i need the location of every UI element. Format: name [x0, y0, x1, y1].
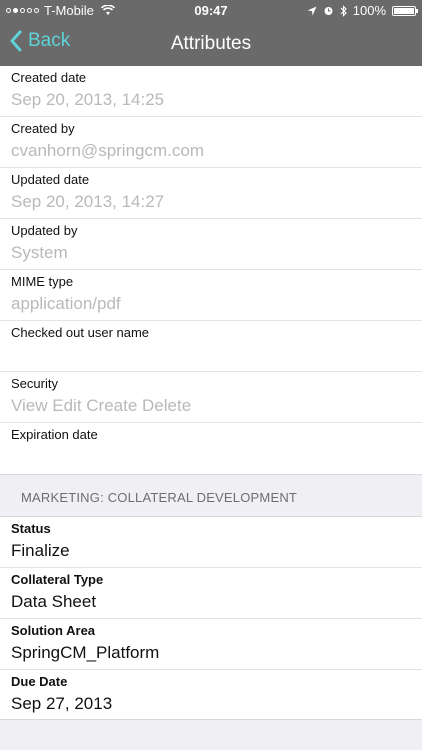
attribute-label: Checked out user name: [11, 325, 150, 340]
attribute-label: Created date: [11, 70, 87, 85]
battery-percent: 100%: [352, 3, 386, 18]
attribute-row-updated-date: Updated date Sep 20, 2013, 14:27: [0, 168, 422, 219]
attribute-row-created-date: Created date Sep 20, 2013, 14:25: [0, 66, 422, 117]
attribute-value: cvanhorn@springcm.com: [11, 141, 204, 160]
attribute-value: Sep 20, 2013, 14:25: [11, 90, 165, 109]
alarm-icon: [324, 7, 333, 15]
field-value: SpringCM_Platform: [11, 643, 160, 662]
attribute-row-mime-type: MIME type application/pdf: [0, 270, 422, 321]
bluetooth-icon: [340, 4, 347, 17]
navigation-bar: Back Attributes: [0, 22, 422, 66]
attribute-value: View Edit Create Delete: [11, 396, 192, 415]
list-footer: [0, 719, 422, 750]
attribute-label: Updated date: [11, 172, 90, 187]
attribute-value: System: [11, 243, 68, 262]
attribute-label: Expiration date: [11, 427, 98, 442]
attribute-row-expiration-date: Expiration date: [0, 423, 422, 474]
field-row-status: Status Finalize: [0, 517, 422, 568]
page-title: Attributes: [170, 33, 252, 54]
field-value: Data Sheet: [11, 592, 97, 611]
status-right-group: 100%: [307, 3, 418, 18]
field-label: Status: [11, 521, 51, 536]
attribute-value: Sep 20, 2013, 14:27: [11, 192, 165, 211]
field-label: Solution Area: [11, 623, 96, 638]
section-header: MARKETING: COLLATERAL DEVELOPMENT: [0, 490, 422, 517]
field-row-solution-area: Solution Area SpringCM_Platform: [0, 619, 422, 670]
status-bar: T-Mobile 09:47 100%: [0, 0, 422, 22]
field-value: Finalize: [11, 541, 70, 560]
attribute-value: application/pdf: [11, 294, 121, 313]
battery-icon: [392, 5, 418, 16]
attribute-label: Created by: [11, 121, 75, 136]
section-header-title: MARKETING: COLLATERAL DEVELOPMENT: [21, 490, 298, 505]
field-label: Due Date: [11, 674, 68, 689]
field-row-due-date: Due Date Sep 27, 2013: [0, 670, 422, 721]
field-label: Collateral Type: [11, 572, 104, 587]
attribute-row-security: Security View Edit Create Delete: [0, 372, 422, 423]
section-spacer: [0, 474, 422, 490]
attribute-row-checked-out-user: Checked out user name: [0, 321, 422, 372]
location-icon: [307, 6, 317, 15]
attributes-list: Created date Sep 20, 2013, 14:25 Created…: [0, 66, 422, 721]
attribute-row-created-by: Created by cvanhorn@springcm.com: [0, 117, 422, 168]
attribute-row-updated-by: Updated by System: [0, 219, 422, 270]
attribute-label: Security: [11, 376, 58, 391]
field-value: Sep 27, 2013: [11, 694, 113, 713]
attribute-label: MIME type: [11, 274, 74, 289]
field-row-collateral-type: Collateral Type Data Sheet: [0, 568, 422, 619]
attribute-label: Updated by: [11, 223, 78, 238]
